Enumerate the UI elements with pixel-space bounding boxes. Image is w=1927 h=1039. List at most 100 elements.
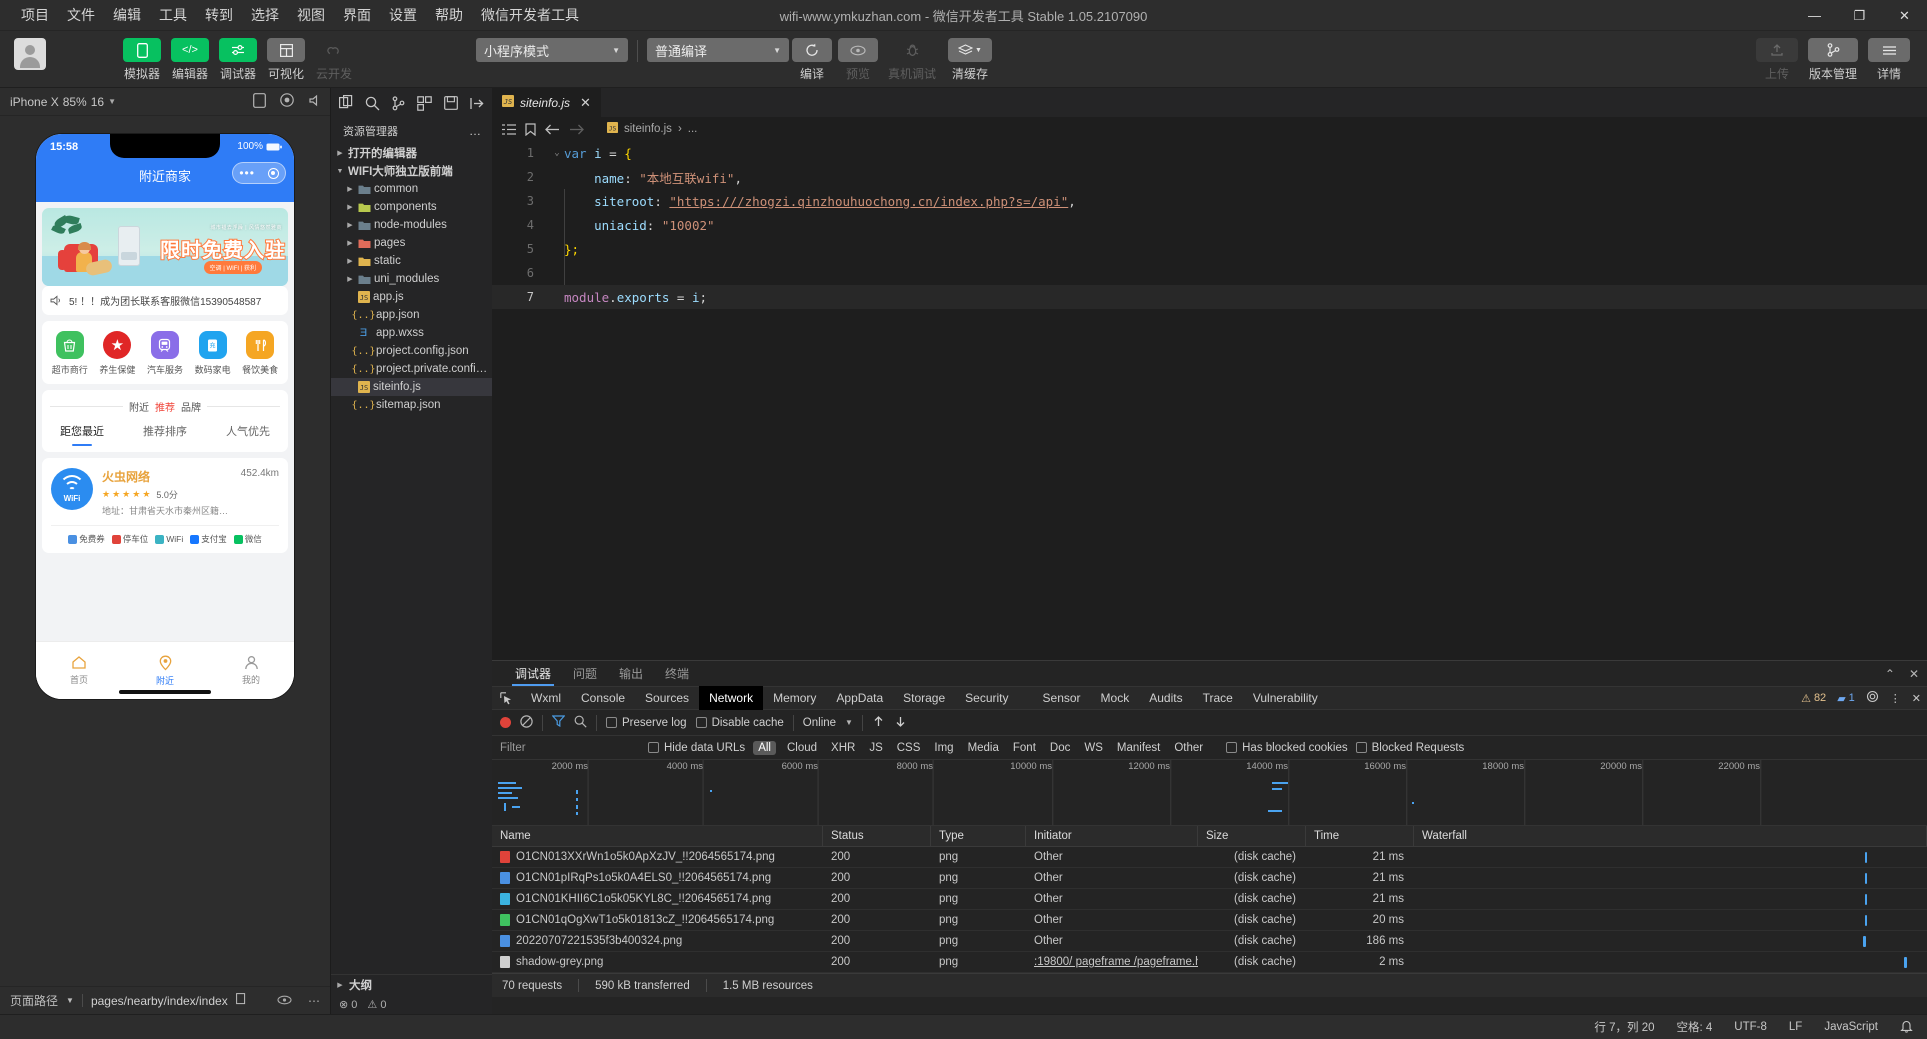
disable-cache-checkbox[interactable]: Disable cache	[695, 717, 784, 729]
type-filter-js[interactable]: JS	[866, 742, 885, 754]
devtools-panel-sensor[interactable]: Sensor	[1033, 686, 1091, 710]
column-initiator[interactable]: Initiator	[1026, 825, 1198, 847]
extensions-icon[interactable]	[412, 89, 438, 117]
compile-select[interactable]: 普通编译 ▼	[647, 38, 789, 62]
devtools-panel-memory[interactable]: Memory	[763, 686, 826, 710]
devtools-tab-debugger[interactable]: 调试器	[504, 661, 562, 686]
gear-icon[interactable]	[1866, 690, 1879, 706]
menu-item-help[interactable]: 帮助	[426, 1, 472, 29]
toolbar-upload-button[interactable]: 上传	[1753, 31, 1801, 82]
table-row[interactable]: O1CN01pIRqPs1o5k0A4ELS0_!!2064565174.png…	[492, 868, 1927, 889]
type-filter-img[interactable]: Img	[931, 742, 956, 754]
filter-nearby[interactable]: 附近	[129, 399, 149, 414]
search-icon[interactable]	[574, 715, 587, 731]
devtools-panel-vulnerability[interactable]: Vulnerability	[1243, 686, 1328, 710]
chevron-up-icon[interactable]: ⌃	[1885, 667, 1895, 681]
mute-icon[interactable]	[308, 94, 322, 110]
category-item-auto[interactable]: 汽车服务	[143, 331, 187, 376]
avatar[interactable]	[14, 38, 46, 70]
devtools-panel-audits[interactable]: Audits	[1139, 686, 1192, 710]
devtools-tab-output[interactable]: 输出	[608, 661, 654, 686]
close-icon[interactable]: ✕	[580, 95, 591, 111]
sort-tab-nearest[interactable]: 距您最近	[60, 423, 104, 446]
shop-card[interactable]: WiFi 火虫网络 ★ ★ ★ ★ ★ 5.0分 地址：甘肃省天水市秦州区籍水...	[42, 458, 288, 553]
devtools-panel-console[interactable]: Console	[571, 686, 635, 710]
throttle-select[interactable]: Online	[803, 717, 836, 729]
filter-recommend[interactable]: 推荐	[155, 399, 175, 414]
preserve-log-checkbox[interactable]: Preserve log	[606, 717, 687, 729]
menu-item-settings[interactable]: 设置	[380, 1, 426, 29]
column-name[interactable]: Name	[492, 825, 823, 847]
cursor-position[interactable]: 行 7，列 20	[1594, 1019, 1654, 1035]
devtools-panel-storage[interactable]: Storage	[893, 686, 955, 710]
toolbar-remote-debug-button[interactable]: 真机调试	[881, 31, 943, 82]
back-arrow-icon[interactable]	[545, 124, 560, 135]
table-row[interactable]: 20220707221535f3b400324.png 200 png Othe…	[492, 931, 1927, 952]
tree-item-app-json[interactable]: {..} app.json	[331, 306, 492, 324]
code-editor[interactable]: 1 ⌄ var i = { 2 name: "本地互联wifi", 3 site…	[492, 141, 1927, 660]
devtools-panel-network[interactable]: Network	[699, 686, 764, 710]
filter-funnel-icon[interactable]	[551, 715, 566, 730]
type-filter-other[interactable]: Other	[1171, 742, 1206, 754]
chevron-down-icon[interactable]: ▼	[66, 996, 74, 1005]
tree-section-open-editors[interactable]: ▶ 打开的编辑器	[331, 144, 492, 162]
eye-icon[interactable]	[277, 994, 292, 1008]
category-item-health[interactable]: ★ 养生保健	[95, 331, 139, 376]
devtools-panel-sources[interactable]: Sources	[635, 686, 699, 710]
devtools-panel-trace[interactable]: Trace	[1193, 686, 1243, 710]
tree-item-sitemap-json[interactable]: {..} sitemap.json	[331, 396, 492, 414]
toolbar-editor-button[interactable]: </> 编辑器	[168, 31, 212, 82]
tree-item-node-modules[interactable]: ▶ node-modules	[331, 216, 492, 234]
tree-item-static[interactable]: ▶ static	[331, 252, 492, 270]
more-icon[interactable]: ⋯	[308, 994, 320, 1008]
mode-select[interactable]: 小程序模式 ▼	[476, 38, 628, 62]
tree-item-components[interactable]: ▶ components	[331, 198, 492, 216]
forward-arrow-icon[interactable]	[569, 124, 584, 135]
sort-tab-recommend[interactable]: 推荐排序	[143, 423, 187, 446]
source-control-icon[interactable]	[385, 89, 411, 117]
more-vertical-icon[interactable]: ⋮	[1890, 692, 1901, 705]
toolbar-cloud-button[interactable]: 云开发	[312, 31, 356, 82]
toolbar-compile-button[interactable]: 编译	[789, 31, 835, 82]
language-mode[interactable]: JavaScript	[1824, 1021, 1878, 1033]
outline-list-icon[interactable]	[502, 123, 516, 135]
maximize-button[interactable]: ❐	[1837, 0, 1882, 31]
device-select[interactable]: iPhone X 85% 16 ▼	[10, 95, 116, 109]
notice-bar[interactable]: 5! ！！成为团长联系客服微信15390548587	[42, 286, 288, 315]
devtools-tab-terminal[interactable]: 终端	[654, 661, 700, 686]
devtools-panel-security[interactable]: Security	[955, 686, 1018, 710]
devtools-panel-appdata[interactable]: AppData	[826, 686, 893, 710]
files-icon[interactable]	[333, 89, 359, 117]
editor-tab-siteinfo[interactable]: JS siteinfo.js ✕	[492, 88, 601, 117]
chevron-down-icon[interactable]: ▼	[845, 718, 853, 727]
tree-item-siteinfo-js[interactable]: JS siteinfo.js	[331, 378, 492, 396]
tree-item-project-private-config[interactable]: {..} project.private.config.js...	[331, 360, 492, 378]
tree-item-app-js[interactable]: JS app.js	[331, 288, 492, 306]
devtools-panel-mock[interactable]: Mock	[1091, 686, 1140, 710]
category-item-supermarket[interactable]: 超市商行	[48, 331, 92, 376]
type-filter-doc[interactable]: Doc	[1047, 742, 1073, 754]
menu-item-project[interactable]: 项目	[12, 1, 58, 29]
promo-banner[interactable]: 城市褪去浮躁 | 风情悠然雅商 限时免费入驻 空调 | WIFI | 获利	[42, 208, 288, 286]
tree-item-project-config[interactable]: {..} project.config.json	[331, 342, 492, 360]
menu-item-edit[interactable]: 编辑	[104, 1, 150, 29]
type-filter-xhr[interactable]: XHR	[828, 742, 858, 754]
filter-input[interactable]: Filter	[500, 742, 640, 754]
hide-data-urls-checkbox[interactable]: Hide data URLs	[648, 742, 745, 754]
close-icon[interactable]: ✕	[1912, 692, 1921, 705]
eol-setting[interactable]: LF	[1789, 1021, 1802, 1033]
record-button[interactable]	[500, 717, 511, 728]
tabbar-item-home[interactable]: 首页	[36, 642, 122, 699]
fold-icon[interactable]: ⌄	[550, 148, 564, 158]
blocked-requests-checkbox[interactable]: Blocked Requests	[1355, 742, 1464, 754]
type-filter-ws[interactable]: WS	[1081, 742, 1106, 754]
warning-badge[interactable]: ⚠ 82	[1801, 692, 1826, 705]
column-size[interactable]: Size	[1198, 825, 1306, 847]
menu-item-devtools[interactable]: 微信开发者工具	[472, 1, 588, 29]
toolbar-preview-button[interactable]: 预览	[835, 31, 881, 82]
column-waterfall[interactable]: Waterfall	[1414, 825, 1927, 847]
column-time[interactable]: Time	[1306, 825, 1414, 847]
encoding-setting[interactable]: UTF-8	[1734, 1021, 1767, 1033]
clear-icon[interactable]	[520, 714, 533, 731]
devtools-tab-problems[interactable]: 问题	[562, 661, 608, 686]
